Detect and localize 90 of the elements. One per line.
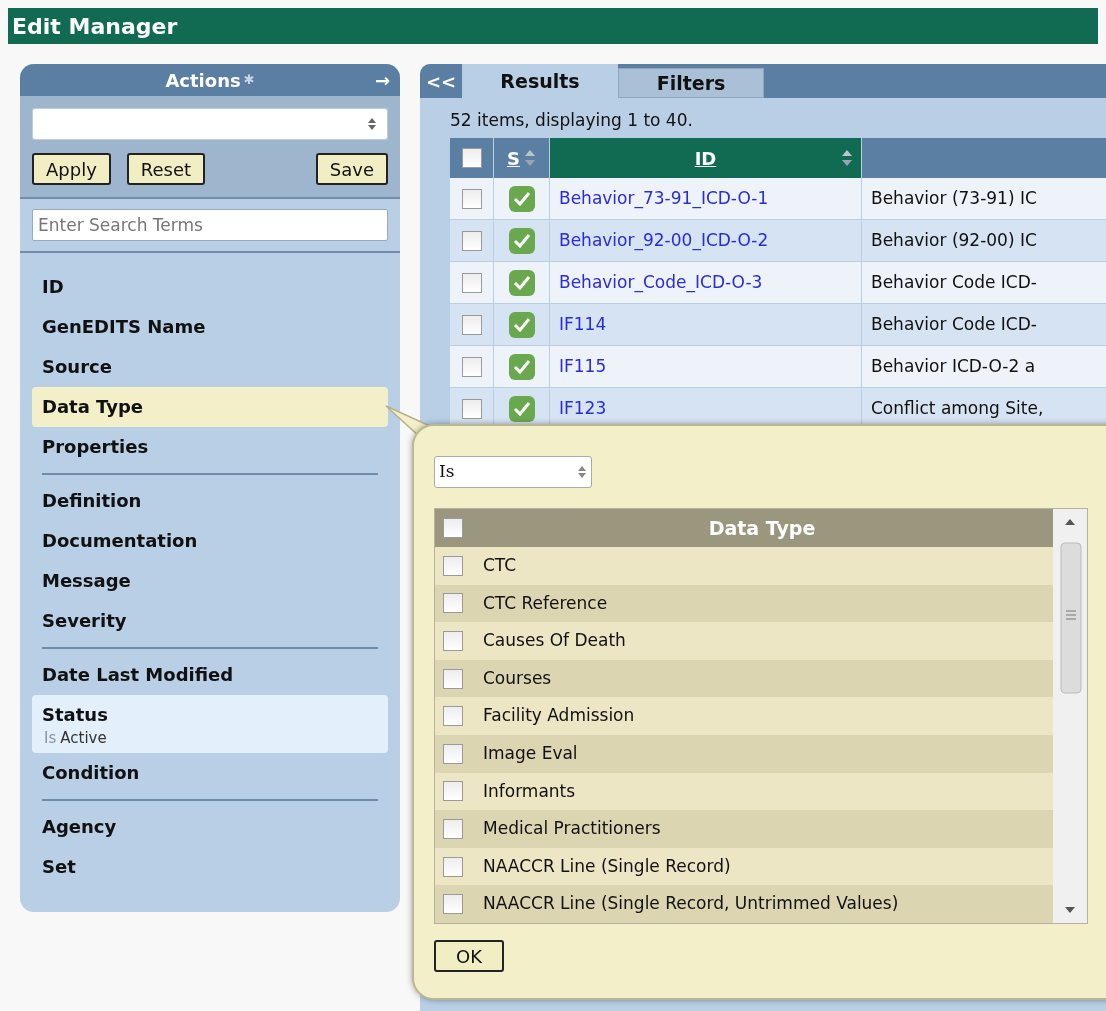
field-label: ID	[42, 275, 65, 299]
item-id-link[interactable]: IF114	[559, 311, 607, 338]
checkbox[interactable]	[443, 630, 463, 651]
field-label: Agency	[42, 815, 118, 839]
option-label[interactable]: Medical Practitioners	[483, 816, 661, 842]
action-button[interactable]: Apply	[32, 153, 111, 185]
field-label: Set	[42, 855, 77, 879]
checkbox[interactable]	[443, 706, 463, 727]
select-arrows-icon	[577, 465, 587, 479]
select-arrows-icon	[367, 117, 377, 131]
filter-operator: Is	[44, 729, 57, 747]
item-id-link[interactable]: Behavior_73-91_ICD-O-1	[559, 185, 769, 212]
item-id-link[interactable]: IF123	[559, 395, 607, 422]
description-text: Behavior ICD-O-2 a	[871, 354, 1036, 378]
checkbox[interactable]	[443, 517, 463, 538]
results-summary: 52 items, displaying 1 to 40.	[450, 109, 694, 132]
option-label[interactable]: CTC	[483, 552, 517, 579]
checkbox[interactable]	[443, 555, 463, 576]
checkbox[interactable]	[461, 356, 482, 377]
checkbox[interactable]	[443, 781, 463, 802]
option-label[interactable]: CTC Reference	[483, 590, 608, 617]
checkbox[interactable]	[443, 668, 463, 689]
filter-field-item[interactable]: Severity	[32, 601, 388, 641]
panel-title: Actions	[165, 68, 241, 93]
filter-field-item[interactable]: Condition	[32, 753, 388, 793]
tab[interactable]: Filters	[618, 68, 764, 98]
filter-field-item[interactable]: Properties	[32, 427, 388, 467]
checkbox[interactable]	[461, 148, 482, 168]
field-label: Message	[42, 569, 132, 593]
description-text: Behavior (73-91) IC	[871, 186, 1037, 210]
filter-field-item[interactable]: ID	[32, 267, 388, 307]
operator-select[interactable]: Is	[434, 456, 592, 488]
item-id-link[interactable]: IF115	[559, 353, 607, 380]
field-label: Definition	[42, 489, 143, 513]
field-label: Status	[42, 703, 109, 727]
collapse-button[interactable]: <<	[420, 64, 462, 98]
option-label[interactable]: Facility Admission	[483, 703, 635, 729]
filter-field-item[interactable]: Definition	[32, 481, 388, 521]
action-button[interactable]: Save	[315, 153, 388, 185]
filter-field-item[interactable]: Message	[32, 561, 388, 601]
checkbox[interactable]	[443, 894, 463, 915]
checkbox[interactable]	[443, 819, 463, 839]
filter-field-item[interactable]: Date Last Modified	[32, 655, 388, 695]
action-button[interactable]: Reset	[126, 153, 206, 185]
sort-icon	[841, 148, 853, 168]
checkbox[interactable]	[461, 314, 482, 335]
field-label: Data Type	[42, 395, 145, 419]
checkbox[interactable]	[461, 398, 482, 419]
option-label[interactable]: NAACCR Line (Single Record)	[483, 853, 731, 880]
item-id-link[interactable]: Behavior_92-00_ICD-O-2	[559, 227, 769, 254]
checkbox[interactable]	[443, 743, 463, 764]
checkbox[interactable]	[461, 230, 482, 251]
page-title: Edit Manager	[12, 12, 178, 41]
filter-value: Active	[60, 729, 107, 747]
checkbox[interactable]	[461, 188, 482, 209]
field-label: Documentation	[42, 529, 199, 553]
scrollbar[interactable]	[1053, 509, 1087, 923]
filter-field-item[interactable]: Documentation	[32, 521, 388, 561]
description-text: Behavior Code ICD-	[871, 312, 1037, 336]
option-label[interactable]: Courses	[483, 665, 552, 692]
field-label: Source	[42, 355, 113, 379]
filter-field-item[interactable]: GenEDITS Name	[32, 307, 388, 347]
description-text: Behavior Code ICD-	[871, 270, 1037, 294]
checkbox[interactable]	[443, 593, 463, 614]
field-label: Date Last Modified	[42, 663, 235, 687]
action-select[interactable]	[32, 108, 388, 140]
filter-field-item[interactable]: Agency	[32, 807, 388, 847]
description-text: Conflict among Site,	[871, 396, 1044, 420]
sort-icon	[524, 148, 536, 168]
ok-button[interactable]: OK	[434, 940, 504, 972]
description-text: Behavior (92-00) IC	[871, 228, 1037, 252]
option-label[interactable]: Informants	[483, 778, 576, 805]
option-label[interactable]: Causes Of Death	[483, 628, 626, 654]
search-field[interactable]: Enter Search Terms	[32, 209, 388, 241]
field-label: Properties	[42, 435, 150, 459]
checkbox[interactable]	[443, 856, 463, 877]
collapse-panel-button[interactable]: →	[374, 66, 390, 94]
checkbox[interactable]	[461, 272, 482, 293]
field-label: Severity	[42, 609, 128, 633]
asterisk-mark: ✱	[243, 71, 255, 90]
filter-field-item[interactable]: Source	[32, 347, 388, 387]
filter-field-item[interactable]: Status Is Active	[32, 695, 388, 753]
field-label: Condition	[42, 761, 141, 785]
filter-field-item[interactable]: Set	[32, 847, 388, 887]
option-label[interactable]: Image Eval	[483, 741, 578, 767]
tab[interactable]: Results	[462, 64, 618, 98]
item-id-link[interactable]: Behavior_Code_ICD-O-3	[559, 269, 763, 296]
list-header: Data Type	[708, 515, 816, 541]
field-label: GenEDITS Name	[42, 315, 207, 339]
column-header[interactable]: ID	[550, 138, 862, 178]
